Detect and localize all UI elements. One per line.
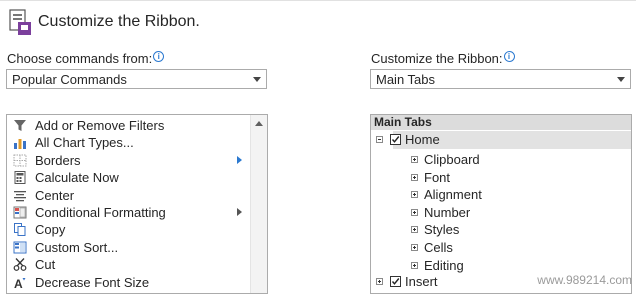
home-tab-checkbox[interactable] [390,134,401,145]
tree-header: Main Tabs [371,115,631,130]
expand-icon[interactable] [411,208,418,216]
list-item[interactable]: Custom Sort... [7,239,267,256]
tree-item-group[interactable]: Editing [424,258,464,273]
tree-item-group[interactable]: Clipboard [424,152,480,167]
list-item[interactable]: Cut [7,256,267,273]
expand-icon[interactable] [411,244,418,251]
collapse-icon[interactable] [376,136,383,143]
ribbon-tabs-tree[interactable]: Main Tabs Home Clipboard Font Alignment Num… [370,114,632,294]
list-item-label: All Chart Types... [35,135,134,151]
tree-header-label: Main Tabs [374,115,432,129]
expand-icon[interactable] [411,191,418,199]
copy-icon [13,223,27,237]
list-item-label: Conditional Formatting [35,205,166,220]
align-center-icon [13,189,27,202]
filter-icon [13,119,27,132]
expand-icon[interactable] [411,226,418,234]
customize-ribbon-text: Customize the Ribbon: [371,51,503,66]
list-item[interactable]: Copy [7,221,267,238]
chevron-down-icon [253,77,261,82]
tree-item-insert[interactable]: Insert [405,274,438,289]
list-item-label: Calculate Now [35,170,119,186]
list-item-label: Cut [35,257,56,273]
expand-icon[interactable] [411,156,418,163]
list-item-label: Borders [35,152,81,168]
expand-icon[interactable] [376,278,383,285]
top-border [0,0,636,1]
list-item[interactable]: Borders [7,152,267,169]
list-item[interactable]: All Chart Types... [7,134,267,151]
commands-list[interactable]: Add or Remove Filters All Chart Types... B… [6,114,268,294]
list-item[interactable]: Center [7,187,267,204]
chevron-right-icon [237,155,242,164]
watermark: www.989214.com [537,273,632,287]
tree-item-group[interactable]: Cells [424,240,453,255]
insert-tab-checkbox[interactable] [390,276,401,287]
commands-scrollbar[interactable] [250,115,267,293]
choose-commands-dropdown[interactable]: Popular Commands [6,69,267,89]
list-item[interactable]: Calculate Now [7,169,267,186]
list-item-label: Add or Remove Filters [35,118,165,133]
info-icon[interactable]: i [503,51,515,62]
choose-commands-value: Popular Commands [12,72,127,87]
list-item[interactable]: Add or Remove Filters [7,117,267,134]
expand-icon[interactable] [411,173,418,181]
conditional-formatting-icon [13,206,27,219]
customize-ribbon-label: Customize the Ribbon: i [371,51,515,66]
tree-item-group[interactable]: Alignment [424,187,482,202]
list-item[interactable]: Conditional Formatting [7,204,267,221]
tree-item-group[interactable]: Number [424,205,470,220]
list-item[interactable]: A Decrease Font Size [7,274,267,291]
tree-item-home[interactable]: Home [405,132,440,147]
scroll-up-icon[interactable] [255,121,263,126]
sort-icon [13,241,27,254]
choose-commands-label: Choose commands from: i [7,51,165,66]
tree-item-group[interactable]: Styles [424,222,459,237]
chart-icon [13,136,27,150]
svg-text:A: A [14,277,23,289]
borders-icon [13,154,27,167]
decrease-font-icon: A [13,276,27,291]
list-item-label: Copy [35,222,66,238]
chevron-down-icon [617,77,625,82]
list-item-label: Custom Sort... [35,239,119,255]
page-title: Customize the Ribbon. [38,13,200,30]
info-icon[interactable]: i [153,51,165,62]
expand-icon[interactable] [411,261,418,269]
customize-ribbon-value: Main Tabs [376,72,436,87]
chevron-right-icon [237,208,242,216]
choose-commands-text: Choose commands from: [7,51,153,66]
customize-ribbon-dropdown[interactable]: Main Tabs [370,69,631,89]
list-item-label: Center [35,187,75,203]
calculator-icon [13,171,27,185]
scissors-icon [13,258,27,272]
list-item-label: Decrease Font Size [35,274,150,290]
ribbon-customize-icon [7,8,33,36]
tree-item-group[interactable]: Font [424,170,450,185]
